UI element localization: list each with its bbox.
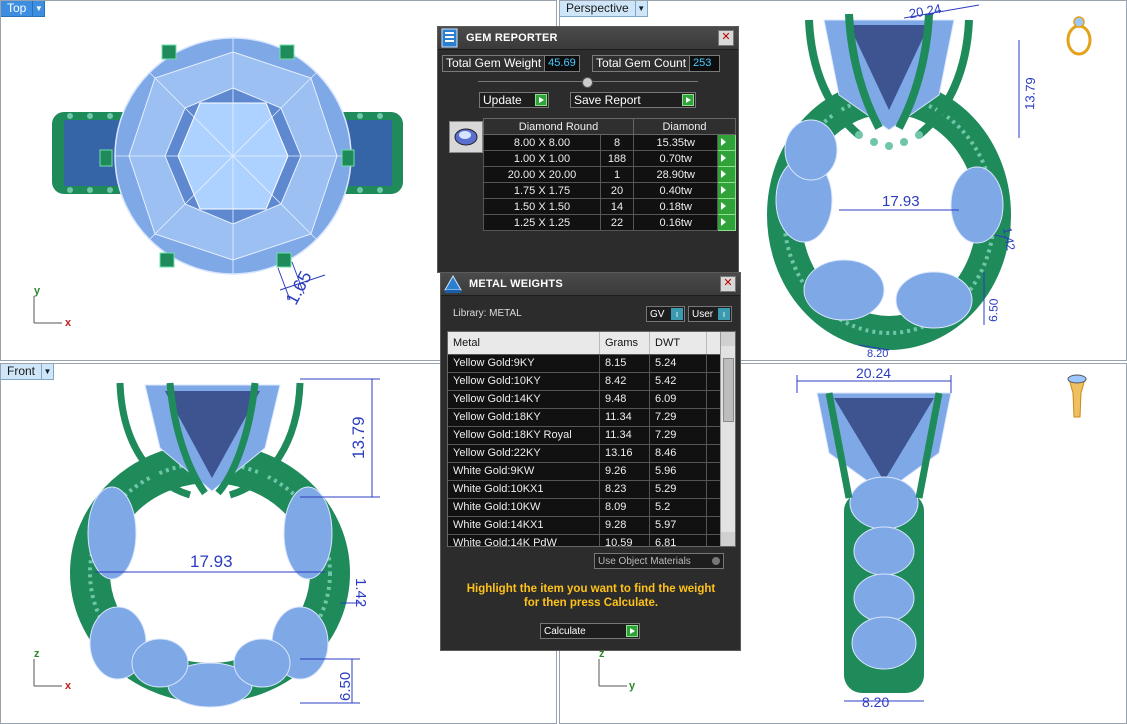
dim-persp-height: 13.79 (1022, 77, 1038, 110)
info-icon: ı (718, 308, 730, 320)
table-row[interactable]: 1.00 X 1.00 188 0.70tw (483, 150, 736, 167)
viewport-tab-perspective[interactable]: Perspective ▼ (559, 0, 648, 17)
metal-weights-title: METAL WEIGHTS (469, 278, 563, 290)
axis-y-label: y (34, 285, 41, 297)
list-item[interactable]: Yellow Gold:18KY 11.34 7.29 (448, 409, 735, 427)
viewport-label-top[interactable]: Top (0, 0, 34, 17)
toggle-circle-icon (712, 557, 720, 565)
table-row[interactable]: 8.00 X 8.00 8 15.35tw (483, 134, 736, 151)
col-material: Diamond (633, 118, 736, 135)
splitter-handle[interactable] (478, 77, 698, 88)
total-gem-count: Total Gem Count 253 (592, 54, 721, 72)
viewport-label-front[interactable]: Front (0, 363, 43, 380)
library-label: Library: METAL (453, 308, 522, 319)
viewport-tab-top[interactable]: Top ▼ (0, 0, 46, 17)
dim-front-height: 13.79 (349, 416, 368, 459)
table-row[interactable]: 1.75 X 1.75 20 0.40tw (483, 182, 736, 199)
close-icon[interactable]: ✕ (720, 276, 736, 292)
diamond-round-icon (449, 121, 483, 153)
axis-x-label: x (65, 317, 72, 329)
arrow-right-icon (535, 94, 547, 106)
ring-profile-icon (1067, 374, 1087, 418)
scroll-up-icon[interactable] (721, 332, 735, 346)
dim-front-band: 1.42 (352, 578, 369, 607)
user-toggle-button[interactable]: User ı (688, 306, 732, 322)
gem-reporter-panel[interactable]: GEM REPORTER ✕ Total Gem Weight 45.69 To… (437, 26, 739, 273)
list-item[interactable]: Yellow Gold:10KY 8.42 5.42 (448, 373, 735, 391)
axis-z-label: z (34, 648, 40, 660)
ring-thumbnail-icon (1066, 16, 1092, 56)
dim-persp-depth: 6.50 (986, 298, 1001, 322)
metal-weights-panel[interactable]: METAL WEIGHTS ✕ Library: METAL GV ı User… (440, 272, 741, 651)
list-item[interactable]: Yellow Gold:18KY Royal 11.34 7.29 (448, 427, 735, 445)
metal-list[interactable]: Metal Grams DWT Yellow Gold:9KY 8.15 5.24 … (447, 331, 736, 547)
arrow-right-icon (626, 625, 638, 637)
list-item[interactable]: White Gold:10KW 8.09 5.2 (448, 499, 735, 517)
update-button[interactable]: Update (479, 92, 549, 108)
chevron-down-icon[interactable]: ▼ (635, 0, 648, 17)
calculate-button[interactable]: Calculate (540, 623, 640, 639)
metal-list-header: Metal Grams DWT (448, 332, 735, 355)
scroll-thumb[interactable] (723, 358, 734, 422)
report-icon (441, 28, 458, 48)
arrow-right-icon[interactable] (717, 150, 736, 167)
total-gem-weight: Total Gem Weight 45.69 (442, 54, 580, 72)
metal-weights-titlebar[interactable]: METAL WEIGHTS ✕ (441, 273, 740, 296)
axis-x-label: x (65, 680, 72, 692)
table-row[interactable]: 1.50 X 1.50 14 0.18tw (483, 198, 736, 215)
hint-line-2: for then press Calculate. (523, 597, 659, 609)
dim-front-inner: 17.93 (190, 552, 233, 571)
save-report-button[interactable]: Save Report (570, 92, 696, 108)
hint-line-1: Highlight the item you want to find the … (466, 583, 716, 595)
arrow-right-icon[interactable] (717, 214, 736, 231)
arrow-right-icon[interactable] (717, 134, 736, 151)
dim-persp-width: 20.24 (908, 1, 943, 21)
use-object-materials-toggle[interactable]: Use Object Materials (594, 553, 724, 569)
arrow-right-icon[interactable] (717, 182, 736, 199)
list-item[interactable]: Yellow Gold:22KY 13.16 8.46 (448, 445, 735, 463)
list-item[interactable]: White Gold:14K PdW 10.59 6.81 (448, 535, 735, 546)
chevron-down-icon[interactable]: ▼ (42, 363, 55, 380)
viewport-tab-front[interactable]: Front ▼ (0, 363, 55, 380)
info-icon: ı (671, 308, 683, 320)
gem-reporter-titlebar[interactable]: GEM REPORTER ✕ (438, 27, 738, 50)
table-row[interactable]: 20.00 X 20.00 1 28.90tw (483, 166, 736, 183)
list-item[interactable]: White Gold:9KW 9.26 5.96 (448, 463, 735, 481)
list-item[interactable]: White Gold:14KX1 9.28 5.97 (448, 517, 735, 535)
total-gem-count-value: 253 (690, 54, 721, 72)
col-shape: Diamond Round (483, 118, 634, 135)
dim-top-prong: 1.65 (282, 268, 316, 308)
list-item[interactable]: Yellow Gold:9KY 8.15 5.24 (448, 355, 735, 373)
gv-toggle-button[interactable]: GV ı (646, 306, 685, 322)
close-icon[interactable]: ✕ (718, 30, 734, 46)
gem-reporter-title: GEM REPORTER (466, 32, 558, 44)
dim-right-width: 20.24 (856, 365, 891, 381)
arrow-right-icon[interactable] (717, 198, 736, 215)
table-row[interactable]: 1.25 X 1.25 22 0.16tw (483, 214, 736, 231)
dim-persp-shank: 8.20 (867, 348, 888, 360)
arrow-right-icon (682, 94, 694, 106)
dim-persp-inner: 17.93 (882, 193, 920, 210)
axis-y-label: y (629, 680, 636, 692)
scroll-down-icon[interactable] (721, 532, 735, 546)
gem-table: Diamond Round Diamond 8.00 X 8.00 8 15.3… (483, 118, 736, 231)
list-item[interactable]: White Gold:10KX1 8.23 5.29 (448, 481, 735, 499)
list-item[interactable]: Yellow Gold:14KY 9.48 6.09 (448, 391, 735, 409)
scale-icon (444, 274, 462, 293)
viewport-label-perspective[interactable]: Perspective (559, 0, 636, 17)
dim-front-depth: 6.50 (337, 672, 354, 701)
chevron-down-icon[interactable]: ▼ (33, 0, 46, 17)
metal-list-scrollbar[interactable] (720, 332, 735, 546)
total-gem-weight-value: 45.69 (545, 54, 580, 72)
arrow-right-icon[interactable] (717, 166, 736, 183)
dim-right-shank: 8.20 (862, 694, 889, 710)
